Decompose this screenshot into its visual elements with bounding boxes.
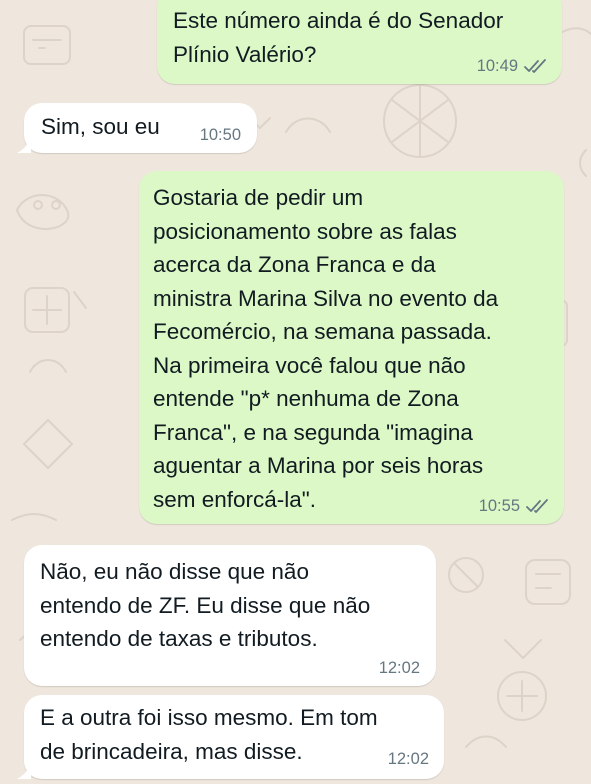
message-line: sem enforcá-la". [153, 486, 317, 512]
message-line: de brincadeira, mas disse. [40, 738, 303, 764]
message-text: Sim, sou eu [41, 110, 160, 144]
incoming-bubble-tail [17, 763, 31, 779]
outgoing-message-bubble[interactable]: Este número ainda é do Senador Plínio Va… [157, 0, 562, 84]
read-receipt-double-check-icon [526, 499, 548, 513]
message-line: Na primeira você falou que não [153, 352, 466, 378]
message-timestamp: 10:55 [478, 497, 520, 515]
incoming-message-bubble[interactable]: Não, eu não disse que não entendo de ZF.… [24, 545, 436, 686]
message-meta: 10:55 [479, 496, 550, 516]
message-timestamp: 12:02 [387, 750, 429, 768]
message-line: Este número ainda é do Senador [173, 8, 504, 33]
outgoing-message-bubble[interactable]: Gostaria de pedir um posicionamento sobr… [139, 171, 564, 524]
message-line: entendo de taxas e tributos. [40, 626, 318, 651]
message-line: E a outra foi isso mesmo. Em tom [40, 705, 378, 730]
message-line: aguentar a Marina por seis horas [153, 453, 484, 478]
message-line: posicionamento sobre as falas [153, 218, 457, 244]
message-text: Este número ainda é do Senador Plínio Va… [173, 4, 503, 71]
incoming-message-bubble[interactable]: Sim, sou eu 10:50 [17, 103, 257, 153]
message-meta: 10:49 [477, 56, 548, 76]
message-line: Sim, sou eu [41, 114, 160, 139]
message-line: Plínio Valério? [173, 41, 317, 67]
incoming-message-bubble[interactable]: E a outra foi isso mesmo. Em tom de brin… [17, 695, 444, 779]
message-timestamp: 10:49 [476, 57, 518, 75]
chat-thread: Este número ainda é do Senador Plínio Va… [0, 0, 591, 784]
message-meta: 12:02 [388, 749, 429, 769]
message-timestamp: 12:02 [378, 659, 420, 677]
read-receipt-double-check-icon [524, 59, 546, 73]
message-text: Gostaria de pedir um posicionamento sobr… [153, 181, 498, 516]
message-line: ministra Marina Silva no evento da [153, 285, 499, 311]
message-line: Gostaria de pedir um [153, 185, 364, 210]
incoming-bubble-tail [17, 137, 31, 153]
message-timestamp: 10:50 [199, 126, 241, 144]
message-line: Não, eu não disse que não [40, 559, 309, 584]
message-line: Fecomércio, na semana passada. [153, 319, 492, 344]
message-text: E a outra foi isso mesmo. Em tom de brin… [40, 701, 378, 768]
message-meta: 10:50 [200, 125, 241, 145]
message-line: entendo de ZF. Eu disse que não [40, 592, 371, 618]
message-line: acerca da Zona Franca e da [153, 252, 436, 277]
message-meta: 12:02 [379, 658, 420, 678]
message-line: entende "p* nenhuma de Zona [153, 386, 459, 411]
message-text: Não, eu não disse que não entendo de ZF.… [40, 555, 370, 656]
message-line: Franca", e na segunda "imagina [153, 419, 473, 445]
